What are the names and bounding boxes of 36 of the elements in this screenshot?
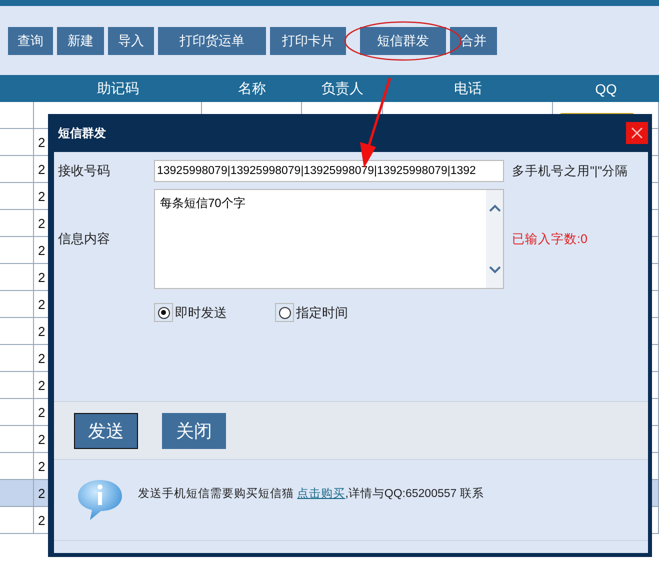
scroll-down-icon[interactable] [488,266,500,274]
toolbar-button[interactable]: 导入 [108,26,154,54]
toolbar-button[interactable]: 合并 [450,26,497,54]
table-cell [0,426,34,453]
column-header: 助记码 [34,75,202,102]
table-cell [0,102,34,129]
field-label: 接收号码 [58,162,111,180]
table-cell [0,156,34,183]
send-mode-radio[interactable]: 指定时间 [275,303,348,322]
recipients-field[interactable]: 13925998079|13925998079|13925998079|13925998079|1392 [154,160,504,182]
toolbar-button[interactable]: 打印货运单 [158,26,266,54]
dialog-button[interactable]: 关闭 [162,412,226,448]
table-cell [0,210,34,237]
close-button[interactable] [626,122,648,144]
toolbar-button[interactable]: 查询 [8,26,53,54]
dialog-button[interactable]: 发送 [74,412,138,448]
scroll-up-icon[interactable] [488,204,500,212]
info-icon [76,478,124,522]
toolbar-button[interactable]: 新建 [57,26,104,54]
table-cell [0,129,34,156]
char-counter: 已输入字数:0 [512,230,588,248]
table-cell [0,237,34,264]
toolbar-button[interactable]: 短信群发 [360,26,446,54]
table-cell [0,480,34,507]
table-header [0,75,34,102]
column-header: 电话 [383,75,553,102]
table-cell [0,399,34,426]
column-header: 名称 [202,75,302,102]
buy-link[interactable]: 点击购买 [297,488,346,500]
radio-label: 指定时间 [296,304,348,322]
column-header: 负责人 [302,75,383,102]
table-cell [0,291,34,318]
close-icon [631,127,643,139]
toolbar-button[interactable]: 打印卡片 [270,26,346,54]
hint-text: 多手机号之用"|"分隔 [512,162,628,180]
column-header: QQ [553,75,659,102]
